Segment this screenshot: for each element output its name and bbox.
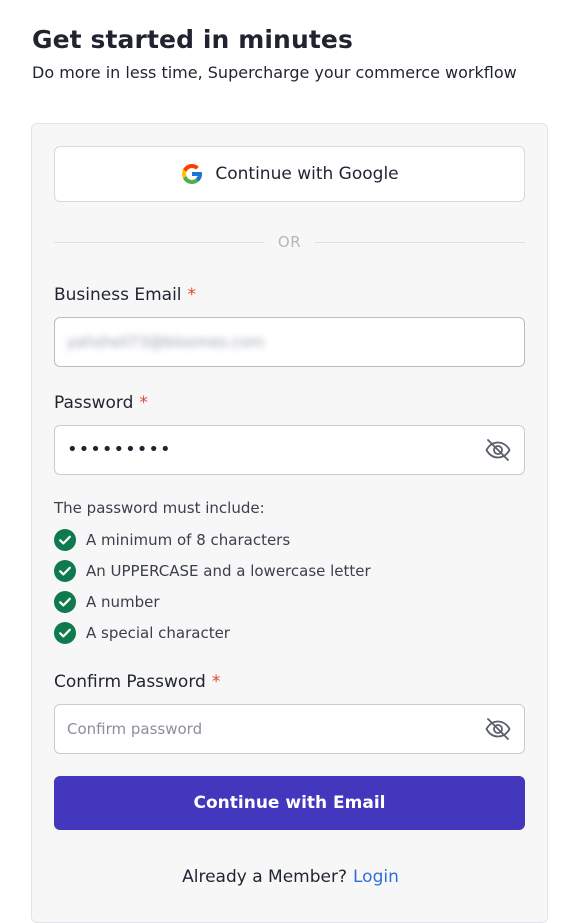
divider-text: OR	[277, 233, 302, 251]
login-link[interactable]: Login	[353, 867, 399, 887]
google-button-label: Continue with Google	[215, 164, 399, 184]
confirm-required-mark: *	[211, 672, 221, 692]
password-field[interactable]: •••••••••	[54, 425, 525, 475]
confirm-password-field[interactable]: Confirm password	[54, 704, 525, 754]
page-subtitle: Do more in less time, Supercharge your c…	[32, 63, 517, 82]
check-circle-icon	[54, 560, 76, 582]
email-label: Business Email *	[54, 284, 196, 306]
signup-card: Continue with Google OR Business Email * …	[31, 123, 548, 923]
rule-item: A number	[54, 591, 160, 613]
rule-text: A special character	[86, 624, 230, 642]
check-circle-icon	[54, 622, 76, 644]
password-rules-title: The password must include:	[54, 499, 265, 517]
eye-off-icon[interactable]	[484, 436, 512, 464]
rule-item: An UPPERCASE and a lowercase letter	[54, 560, 371, 582]
password-value: •••••••••	[67, 439, 172, 460]
rule-text: A minimum of 8 characters	[86, 531, 291, 549]
login-prompt-text: Already a Member?	[182, 867, 347, 887]
login-prompt: Already a Member? Login	[32, 867, 549, 887]
confirm-password-placeholder: Confirm password	[67, 720, 203, 738]
divider-line-left	[54, 241, 264, 243]
email-required-mark: *	[187, 285, 197, 305]
check-circle-icon	[54, 529, 76, 551]
page-title: Get started in minutes	[32, 25, 353, 54]
confirm-password-label: Confirm Password *	[54, 671, 220, 693]
continue-with-email-button[interactable]: Continue with Email	[54, 776, 525, 830]
rule-text: An UPPERCASE and a lowercase letter	[86, 562, 371, 580]
password-label: Password *	[54, 392, 148, 414]
confirm-password-label-text: Confirm Password	[54, 672, 206, 692]
divider-line-right	[315, 241, 526, 243]
continue-with-google-button[interactable]: Continue with Google	[54, 146, 525, 202]
page-header: Get started in minutes Do more in less t…	[32, 24, 517, 83]
rule-text: A number	[86, 593, 160, 611]
check-circle-icon	[54, 591, 76, 613]
rule-item: A minimum of 8 characters	[54, 529, 290, 551]
password-required-mark: *	[139, 393, 148, 413]
password-label-text: Password	[54, 393, 134, 413]
eye-off-icon[interactable]	[484, 715, 512, 743]
email-label-text: Business Email	[54, 285, 182, 305]
google-icon	[180, 162, 204, 186]
email-value: yahshell73@bloomes.com	[67, 333, 265, 351]
rule-item: A special character	[54, 622, 230, 644]
email-field[interactable]: yahshell73@bloomes.com	[54, 317, 525, 367]
or-divider: OR	[54, 232, 526, 252]
